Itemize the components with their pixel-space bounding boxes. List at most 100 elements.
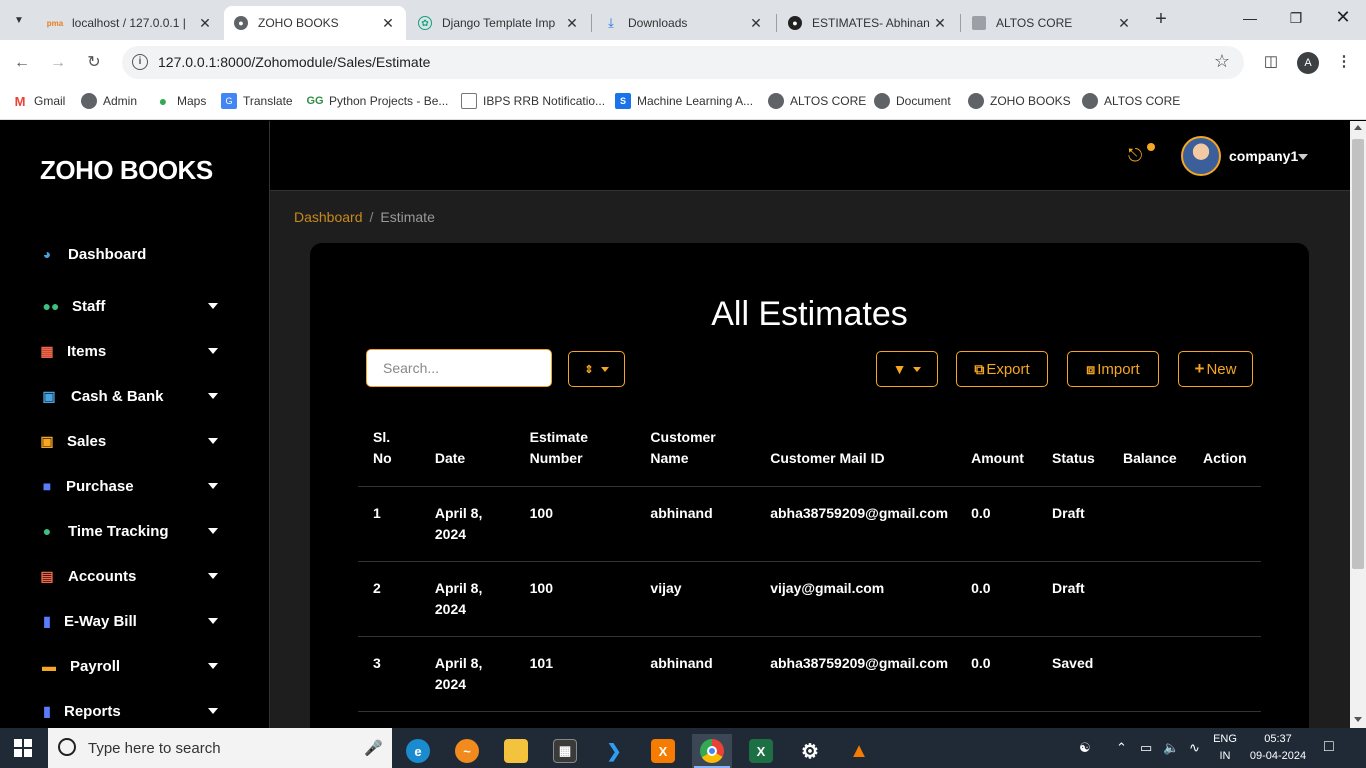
- close-tab-icon[interactable]: ✕: [380, 15, 396, 32]
- sidebar-item-time-tracking[interactable]: ● Time Tracking: [0, 511, 269, 551]
- profile-avatar[interactable]: A: [1297, 52, 1319, 74]
- chevron-down-icon[interactable]: [1298, 154, 1308, 160]
- store-icon[interactable]: ▦: [545, 734, 585, 768]
- bookmark-label: Maps: [177, 94, 207, 108]
- estimates-card: All Estimates ⇕ ▼ ⧉ Export ⧈ Import + Ne…: [310, 243, 1309, 728]
- people-icon[interactable]: ☯: [1079, 740, 1091, 756]
- breadcrumb-dashboard-link[interactable]: Dashboard: [294, 209, 363, 225]
- user-name[interactable]: company1: [1229, 148, 1298, 164]
- forward-icon[interactable]: →: [47, 52, 69, 74]
- notification-bell-icon[interactable]: ⎋: [1128, 145, 1142, 166]
- cell-action[interactable]: [1187, 486, 1261, 562]
- clock-time[interactable]: 05:37: [1250, 733, 1306, 745]
- restore-icon[interactable]: ❐: [1286, 10, 1306, 27]
- close-window-icon[interactable]: ✕: [1333, 7, 1353, 28]
- scroll-down-icon[interactable]: [1354, 717, 1362, 722]
- edge-icon[interactable]: e: [398, 734, 438, 768]
- new-tab-button[interactable]: +: [1150, 9, 1172, 31]
- excel-icon[interactable]: X: [741, 734, 781, 768]
- windows-start-icon[interactable]: [14, 739, 32, 757]
- app-logo[interactable]: ZOHO BOOKS: [40, 155, 213, 186]
- minimize-icon[interactable]: —: [1240, 10, 1260, 26]
- back-icon[interactable]: ←: [11, 52, 33, 74]
- bookmark-translate[interactable]: G Translate: [221, 93, 293, 109]
- search-input[interactable]: [366, 349, 552, 387]
- battery-icon[interactable]: ▭: [1140, 740, 1152, 756]
- taskbar-search-box[interactable]: Type here to search 🎤: [48, 728, 392, 768]
- table-row[interactable]: 3 April 8, 2024 101 abhinand abha3875920…: [358, 636, 1261, 712]
- bookmark-altos-core[interactable]: ALTOS CORE: [768, 93, 866, 109]
- language-indicator[interactable]: ENG: [1210, 733, 1240, 745]
- sidebar-item-dashboard[interactable]: ◕ Dashboard: [0, 234, 269, 274]
- page-scrollbar[interactable]: [1350, 121, 1366, 728]
- file-explorer-icon[interactable]: [496, 734, 536, 768]
- cell-customer-email: abha38759209@gmail.com: [755, 486, 957, 562]
- sidebar-item-sales[interactable]: ▣ Sales: [0, 421, 269, 461]
- site-info-icon[interactable]: i: [132, 54, 148, 70]
- close-tab-icon[interactable]: ✕: [932, 15, 948, 32]
- close-tab-icon[interactable]: ✕: [1116, 15, 1132, 32]
- column-header: Date: [419, 419, 515, 487]
- vlc-icon[interactable]: ▲: [839, 734, 879, 768]
- sidebar-item-eway-bill[interactable]: ▮ E-Way Bill: [0, 601, 269, 641]
- close-tab-icon[interactable]: ✕: [564, 15, 580, 32]
- sidebar-item-items[interactable]: ▦ Items: [0, 331, 269, 371]
- sidebar-item-reports[interactable]: ▮ Reports: [0, 691, 269, 728]
- sidebar-item-cash-bank[interactable]: ▣ Cash & Bank: [0, 376, 269, 416]
- notification-center-icon[interactable]: □: [1324, 738, 1334, 756]
- bookmark-document[interactable]: Document: [874, 93, 951, 109]
- close-tab-icon[interactable]: ✕: [197, 15, 213, 32]
- import-button[interactable]: ⧈ Import: [1067, 351, 1159, 387]
- sidebar-item-payroll[interactable]: ▬ Payroll: [0, 646, 269, 686]
- sidebar-item-staff[interactable]: ●● Staff: [0, 286, 269, 326]
- table-row[interactable]: 2 April 8, 2024 100 vijay vijay@gmail.co…: [358, 561, 1261, 637]
- sidebar-item-purchase[interactable]: ■ Purchase: [0, 466, 269, 506]
- bookmark-altos-core-2[interactable]: ALTOS CORE: [1082, 93, 1180, 109]
- address-bar[interactable]: i 127.0.0.1:8000/Zohomodule/Sales/Estima…: [122, 46, 1244, 79]
- vscode-icon[interactable]: ❯: [594, 734, 634, 768]
- tab-django-template[interactable]: ✿ Django Template Imp ✕: [408, 6, 590, 40]
- export-button[interactable]: ⧉ Export: [956, 351, 1048, 387]
- tab-search-icon[interactable]: ▼: [8, 9, 30, 31]
- show-hidden-icons[interactable]: ⌃: [1116, 740, 1127, 756]
- cell-action[interactable]: [1187, 636, 1261, 712]
- more-menu-icon[interactable]: ⋮: [1333, 52, 1355, 70]
- sidebar-item-accounts[interactable]: ▤ Accounts: [0, 556, 269, 596]
- bookmark-admin[interactable]: Admin: [81, 93, 137, 109]
- tab-downloads[interactable]: ⤓ Downloads ✕: [594, 6, 774, 40]
- settings-icon[interactable]: ⚙: [790, 734, 830, 768]
- scroll-up-icon[interactable]: [1354, 125, 1362, 130]
- bookmark-zoho-books[interactable]: ZOHO BOOKS: [968, 93, 1071, 109]
- bookmark-machine-learning[interactable]: S Machine Learning A...: [615, 93, 753, 109]
- clock-date[interactable]: 09-04-2024: [1246, 750, 1310, 762]
- filter-button[interactable]: ▼: [876, 351, 938, 387]
- tab-altos-core[interactable]: ALTOS CORE ✕: [962, 6, 1142, 40]
- tab-estimates-github[interactable]: ● ESTIMATES- Abhinan ✕: [778, 6, 958, 40]
- bookmark-ibps[interactable]: IBPS RRB Notificatio...: [461, 93, 605, 109]
- cell-action[interactable]: [1187, 561, 1261, 637]
- sort-button[interactable]: ⇕: [568, 351, 625, 387]
- scrollbar-thumb[interactable]: [1352, 139, 1364, 569]
- chrome-icon[interactable]: [692, 734, 732, 768]
- network-icon[interactable]: ∿: [1189, 740, 1200, 756]
- reload-icon[interactable]: ↻: [83, 52, 105, 74]
- bookmark-maps[interactable]: ● Maps: [155, 93, 207, 109]
- tab-phpmyadmin[interactable]: pma localhost / 127.0.0.1 | ✕: [38, 6, 223, 40]
- bookmark-gmail[interactable]: M Gmail: [12, 93, 66, 109]
- close-tab-icon[interactable]: ✕: [748, 15, 764, 32]
- volume-icon[interactable]: 🔈: [1163, 740, 1179, 756]
- table-row[interactable]: 1 April 8, 2024 100 abhinand abha3875920…: [358, 486, 1261, 562]
- bookmark-label: ALTOS CORE: [790, 94, 867, 108]
- url-text[interactable]: 127.0.0.1:8000/Zohomodule/Sales/Estimate: [158, 54, 430, 70]
- sidebar-item-label: Accounts: [68, 567, 137, 585]
- language-region[interactable]: IN: [1210, 750, 1240, 762]
- user-avatar[interactable]: [1181, 136, 1221, 176]
- bookmark-python-projects[interactable]: GG Python Projects - Be...: [306, 93, 448, 109]
- microphone-icon[interactable]: 🎤: [364, 739, 383, 757]
- side-panel-icon[interactable]: ◫: [1260, 52, 1282, 70]
- sublime-icon[interactable]: ~: [447, 734, 487, 768]
- xampp-icon[interactable]: X: [643, 734, 683, 768]
- new-estimate-button[interactable]: + New: [1178, 351, 1253, 387]
- bookmark-star-icon[interactable]: ☆: [1214, 51, 1230, 72]
- tab-zoho-books[interactable]: ● ZOHO BOOKS ✕: [224, 6, 406, 40]
